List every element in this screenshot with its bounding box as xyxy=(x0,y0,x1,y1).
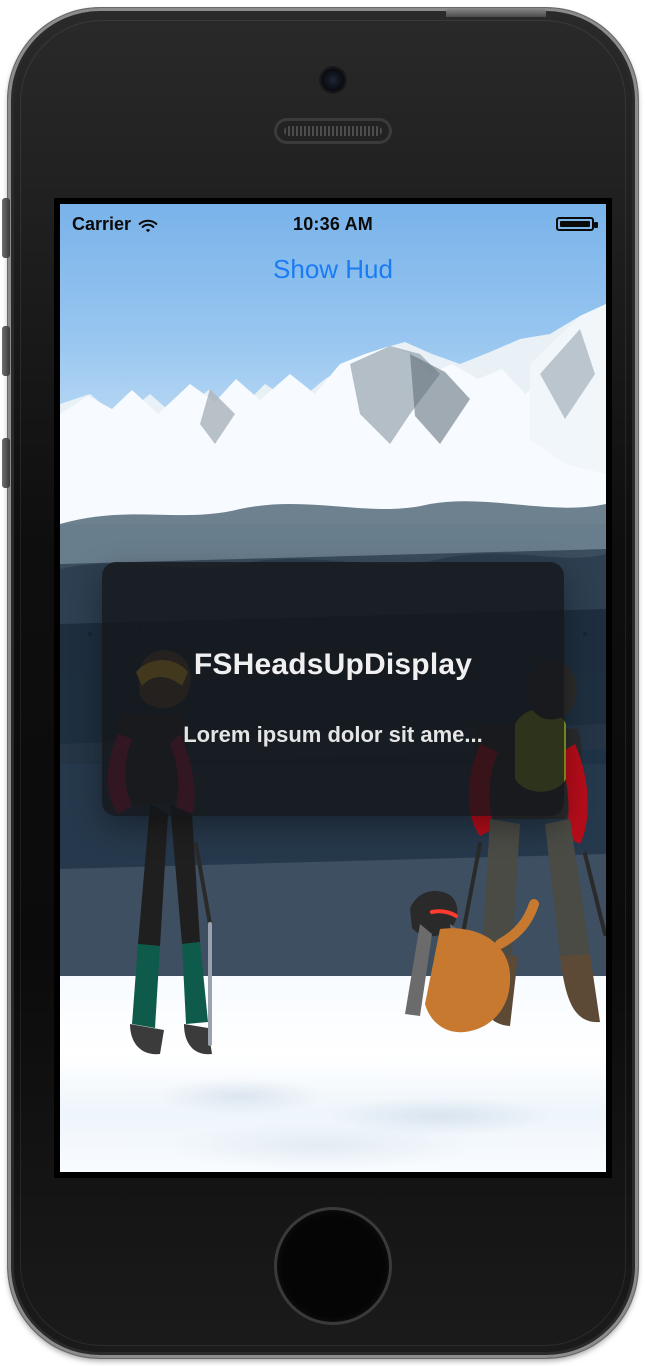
show-hud-button[interactable]: Show Hud xyxy=(60,254,606,285)
device-screen: Carrier 10:36 AM Show Hud FSHeadsUpDispl… xyxy=(60,204,606,1172)
front-camera xyxy=(321,68,345,92)
battery-fill xyxy=(560,221,590,227)
home-button[interactable] xyxy=(277,1210,389,1322)
status-right xyxy=(550,214,598,232)
battery-icon xyxy=(556,217,598,231)
status-time: 10:36 AM xyxy=(293,214,373,234)
earpiece-speaker xyxy=(274,118,392,144)
heads-up-display-overlay: FSHeadsUpDisplay Lorem ipsum dolor sit a… xyxy=(102,562,564,816)
hud-message: Lorem ipsum dolor sit ame... xyxy=(183,722,483,747)
volume-up-button xyxy=(2,326,10,376)
iphone-device-frame: Carrier 10:36 AM Show Hud FSHeadsUpDispl… xyxy=(2,8,638,1358)
power-button xyxy=(446,8,546,17)
mute-switch xyxy=(2,198,10,258)
status-bar: Carrier 10:36 AM xyxy=(60,204,606,244)
hud-title: FSHeadsUpDisplay xyxy=(193,648,473,681)
volume-down-button xyxy=(2,438,10,488)
